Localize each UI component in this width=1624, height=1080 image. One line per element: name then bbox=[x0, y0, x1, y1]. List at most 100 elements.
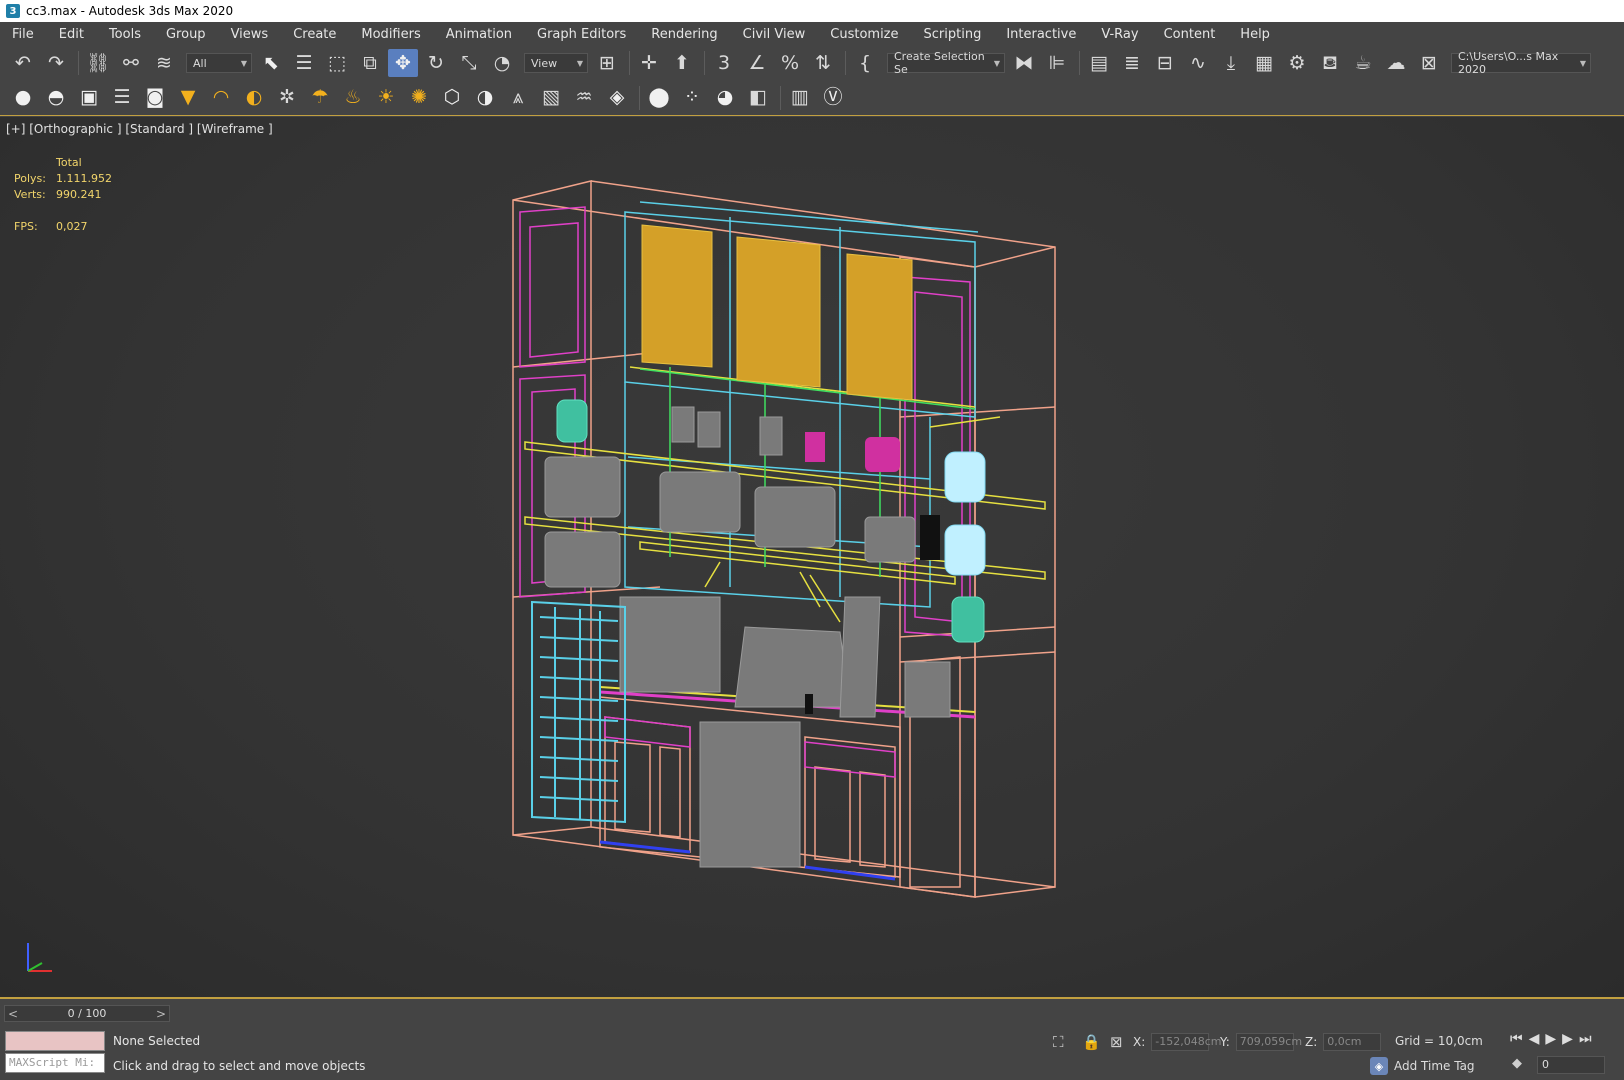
time-slider-next-button[interactable]: > bbox=[153, 1007, 169, 1021]
reference-coord-dropdown[interactable]: View ▼ bbox=[524, 53, 588, 73]
wine-fridge[interactable] bbox=[531, 600, 626, 824]
mirror-icon[interactable]: ⧓ bbox=[1009, 49, 1039, 77]
current-frame-spinner[interactable]: 0 bbox=[1537, 1056, 1605, 1074]
spot-light-icon[interactable]: ☂ bbox=[305, 84, 335, 112]
lock-icon[interactable]: 🔒 bbox=[1082, 1033, 1101, 1051]
curve-editor-icon[interactable]: ∿ bbox=[1183, 49, 1213, 77]
volume-grid-icon[interactable]: ▧ bbox=[536, 84, 566, 112]
menu-vray[interactable]: V-Ray bbox=[1095, 27, 1148, 42]
teapot-icon[interactable]: ● bbox=[8, 84, 38, 112]
viewport[interactable]: [+] [Orthographic ] [Standard ] [Wirefra… bbox=[0, 117, 1624, 999]
previous-frame-icon[interactable]: ◀ bbox=[1529, 1031, 1540, 1047]
align-icon[interactable]: ⊫ bbox=[1042, 49, 1072, 77]
spinner-snap-icon[interactable]: ⇅ bbox=[808, 49, 838, 77]
pivot-icon[interactable]: ⊞ bbox=[592, 49, 622, 77]
box-icon[interactable]: ▣ bbox=[74, 84, 104, 112]
vray-logo-icon[interactable]: Ⓥ bbox=[818, 84, 848, 112]
sun-icon[interactable]: ☀ bbox=[371, 84, 401, 112]
decal-icon[interactable]: ◈ bbox=[602, 84, 632, 112]
menu-customize[interactable]: Customize bbox=[824, 27, 908, 42]
named-selection-set-dropdown[interactable]: Create Selection Se ▼ bbox=[887, 50, 1005, 76]
scale-icon[interactable]: ⤡ bbox=[454, 49, 484, 77]
link-icon[interactable]: ⛓ bbox=[83, 49, 113, 77]
wireframe-scene[interactable] bbox=[0, 117, 1624, 997]
sky-icon[interactable]: ◑ bbox=[470, 84, 500, 112]
torus-icon[interactable]: ◓ bbox=[41, 84, 71, 112]
select-icon[interactable]: ⬉ bbox=[256, 49, 286, 77]
render-iterative-icon[interactable]: ☁ bbox=[1381, 49, 1411, 77]
scene-explorer-icon[interactable]: ▤ bbox=[1084, 49, 1114, 77]
project-folder-dropdown[interactable]: C:\Users\O...s Max 2020 ▼ bbox=[1451, 50, 1591, 76]
menu-views[interactable]: Views bbox=[225, 27, 279, 42]
menu-help[interactable]: Help bbox=[1234, 27, 1280, 42]
edit-named-sets-icon[interactable]: { bbox=[850, 49, 880, 77]
layer-explorer-icon[interactable]: ≣ bbox=[1117, 49, 1147, 77]
ies-light-icon[interactable]: ♨ bbox=[338, 84, 368, 112]
proxy-icon[interactable]: ⬡ bbox=[437, 84, 467, 112]
fur-icon[interactable]: ⩓ bbox=[503, 84, 533, 112]
coord-y-field[interactable]: 709,059cm bbox=[1235, 1033, 1302, 1051]
go-to-start-icon[interactable]: ⏮ bbox=[1510, 1031, 1523, 1047]
time-slider-prev-button[interactable]: < bbox=[5, 1007, 21, 1021]
material-sphere-icon[interactable]: ⬤ bbox=[644, 84, 674, 112]
multi-material-icon[interactable]: ⁘ bbox=[677, 84, 707, 112]
material-override-icon[interactable]: ◧ bbox=[743, 84, 773, 112]
menu-animation[interactable]: Animation bbox=[440, 27, 522, 42]
move-icon[interactable]: ✥ bbox=[388, 49, 418, 77]
render-icon[interactable]: ☕ bbox=[1348, 49, 1378, 77]
rect-region-icon[interactable]: ⬚ bbox=[322, 49, 352, 77]
material-palette-icon[interactable]: ◕ bbox=[710, 84, 740, 112]
snap-icon[interactable]: 3 bbox=[709, 49, 739, 77]
coord-x-field[interactable]: -152,048cm bbox=[1151, 1033, 1222, 1051]
menu-tools[interactable]: Tools bbox=[103, 27, 151, 42]
menu-graph-editors[interactable]: Graph Editors bbox=[531, 27, 636, 42]
menu-group[interactable]: Group bbox=[160, 27, 216, 42]
menu-scripting[interactable]: Scripting bbox=[918, 27, 992, 42]
selection-filter-dropdown[interactable]: All ▼ bbox=[186, 53, 252, 73]
go-to-end-icon[interactable]: ⏭ bbox=[1579, 1031, 1592, 1047]
unlink-icon[interactable]: ⚯ bbox=[116, 49, 146, 77]
isolate-selection-icon[interactable]: ⛶ bbox=[1053, 1033, 1064, 1051]
window-crossing-icon[interactable]: ⧉ bbox=[355, 49, 385, 77]
schematic-view-icon[interactable]: ⤓ bbox=[1216, 49, 1246, 77]
frame-buffer-icon[interactable]: ▥ bbox=[785, 84, 815, 112]
maxscript-mini-listener[interactable]: MAXScript Mi: bbox=[5, 1053, 105, 1073]
menu-edit[interactable]: Edit bbox=[53, 27, 94, 42]
select-by-name-icon[interactable]: ☰ bbox=[289, 49, 319, 77]
undo-icon[interactable]: ↶ bbox=[8, 49, 38, 77]
dome-light-icon[interactable]: ◠ bbox=[206, 84, 236, 112]
camera-icon[interactable]: ◙ bbox=[140, 84, 170, 112]
menu-file[interactable]: File bbox=[6, 27, 44, 42]
absolute-mode-icon[interactable]: ⊠ bbox=[1110, 1033, 1123, 1051]
keyboard-shortcut-icon[interactable]: ⬆ bbox=[667, 49, 697, 77]
menu-content[interactable]: Content bbox=[1158, 27, 1226, 42]
maxscript-listener-box[interactable] bbox=[5, 1031, 105, 1051]
render-setup-icon[interactable]: ⚙ bbox=[1282, 49, 1312, 77]
menu-rendering[interactable]: Rendering bbox=[645, 27, 727, 42]
plane-icon[interactable]: ☰ bbox=[107, 84, 137, 112]
light-plane-icon[interactable]: ▼ bbox=[173, 84, 203, 112]
percent-snap-icon[interactable]: % bbox=[775, 49, 805, 77]
ribbon-icon[interactable]: ⊟ bbox=[1150, 49, 1180, 77]
time-slider[interactable]: < 0 / 100 > bbox=[4, 1005, 170, 1022]
coord-z-field[interactable]: 0,0cm bbox=[1323, 1033, 1382, 1051]
menu-interactive[interactable]: Interactive bbox=[1000, 27, 1086, 42]
menu-modifiers[interactable]: Modifiers bbox=[355, 27, 430, 42]
redo-icon[interactable]: ↷ bbox=[41, 49, 71, 77]
mesh-light-icon[interactable]: ✲ bbox=[272, 84, 302, 112]
next-frame-icon[interactable]: ▶ bbox=[1562, 1031, 1573, 1047]
rotate-icon[interactable]: ↻ bbox=[421, 49, 451, 77]
render-cloud-icon[interactable]: ⊠ bbox=[1414, 49, 1444, 77]
angle-snap-icon[interactable]: ∠ bbox=[742, 49, 772, 77]
menu-civil-view[interactable]: Civil View bbox=[737, 27, 816, 42]
sphere-light-icon[interactable]: ◐ bbox=[239, 84, 269, 112]
manipulate-icon[interactable]: ✛ bbox=[634, 49, 664, 77]
add-time-tag[interactable]: ◈ Add Time Tag bbox=[1370, 1057, 1475, 1075]
place-icon[interactable]: ◔ bbox=[487, 49, 517, 77]
play-icon[interactable]: ▶ bbox=[1545, 1031, 1556, 1047]
bind-space-warp-icon[interactable]: ≋ bbox=[149, 49, 179, 77]
key-mode-icon[interactable]: ◆ bbox=[1512, 1056, 1522, 1071]
material-editor-icon[interactable]: ▦ bbox=[1249, 49, 1279, 77]
menu-create[interactable]: Create bbox=[287, 27, 346, 42]
ambient-light-icon[interactable]: ✺ bbox=[404, 84, 434, 112]
